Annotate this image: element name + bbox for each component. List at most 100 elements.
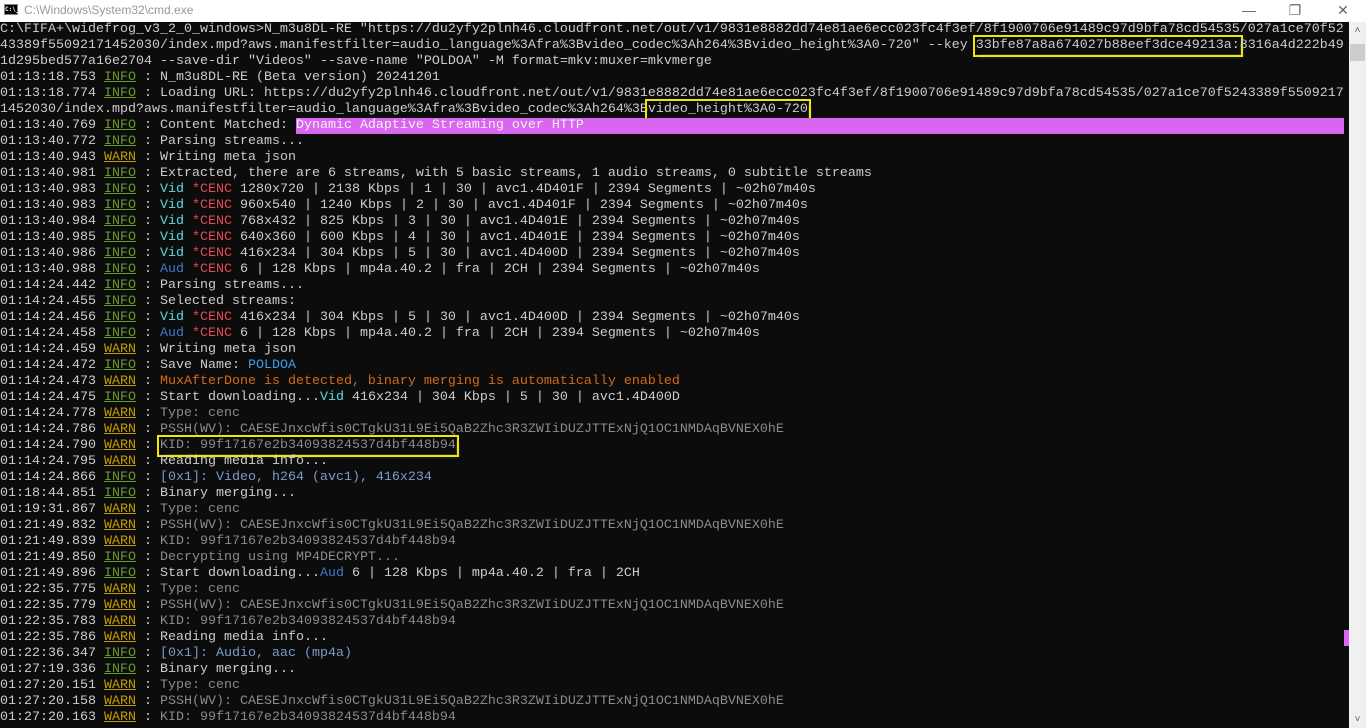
console-line: 1452030/index.mpd?aws.manifestfilter=aud…: [0, 99, 1349, 121]
line-text: 01:13:40.983: [0, 198, 104, 213]
drm-info-text: Type: cenc: [159, 406, 240, 421]
log-level-info: INFO: [103, 470, 136, 485]
log-level-info: INFO: [103, 86, 136, 101]
log-level-info: INFO: [103, 262, 136, 277]
log-level-info: INFO: [103, 566, 136, 581]
console-line: 01:14:24.455 INFO : Selected streams:: [0, 294, 1349, 310]
highlighted-box-text: 33bfe87a8a674027b88eef3dce49213a:: [972, 35, 1243, 57]
console-line: 01:14:24.475 INFO : Start downloading...…: [0, 390, 1349, 406]
log-level-info: INFO: [103, 486, 136, 501]
drm-info-text: PSSH(WV): CAESEJnxcWfis0CTgkU31L9Ei5QaB2…: [159, 694, 784, 709]
console-line: 01:13:40.772 INFO : Parsing streams...: [0, 134, 1349, 150]
console-line: 01:14:24.473 WARN : MuxAfterDone is dete…: [0, 374, 1349, 390]
log-level-warn: WARN: [103, 678, 136, 693]
line-text: 01:13:40.986: [0, 246, 104, 261]
log-level-info: INFO: [103, 70, 136, 85]
line-text: 01:13:40.984: [0, 214, 104, 229]
line-text: : Content Matched:: [135, 118, 296, 133]
console-line: 01:14:24.786 WARN : PSSH(WV): CAESEJnxcW…: [0, 422, 1349, 438]
console-line: 01:27:19.336 INFO : Binary merging...: [0, 662, 1349, 678]
log-level-warn: WARN: [103, 406, 136, 421]
console-line: 01:27:20.158 WARN : PSSH(WV): CAESEJnxcW…: [0, 694, 1349, 710]
line-text: :: [135, 518, 160, 533]
warning-message: MuxAfterDone is detected, binary merging…: [159, 374, 680, 389]
line-text: :: [135, 470, 160, 485]
log-level-warn: WARN: [103, 438, 136, 453]
log-level-warn: WARN: [103, 582, 136, 597]
line-text: 01:21:49.850: [0, 550, 104, 565]
line-text: :: [135, 678, 160, 693]
console-line: 01:13:18.774 INFO : Loading URL: https:/…: [0, 86, 1349, 102]
line-text: 1452030/index.mpd?aws.manifestfilter=aud…: [0, 102, 648, 117]
log-level-info: INFO: [103, 550, 136, 565]
line-text: : Start downloading...: [135, 566, 320, 581]
console-line: 01:22:35.786 WARN : Reading media info..…: [0, 630, 1349, 646]
stream-type-video: Vid: [319, 390, 352, 405]
line-text: 01:18:44.851: [0, 486, 104, 501]
line-text: :: [135, 214, 160, 229]
vertical-scrollbar[interactable]: ˄ ˅: [1349, 22, 1366, 728]
encryption-tag: *CENC: [191, 214, 240, 229]
drm-info-text: Type: cenc: [159, 502, 240, 517]
highlighted-box-text: KID: 99f17167e2b34093824537d4bf448b94: [156, 435, 459, 457]
stream-type-video: Vid: [159, 246, 192, 261]
line-text: : Reading media info...: [135, 454, 328, 469]
line-text: :: [135, 614, 160, 629]
line-text: 01:14:24.456: [0, 310, 104, 325]
title-bar[interactable]: C:\_ C:\Windows\System32\cmd.exe — ❐ ✕: [0, 0, 1366, 22]
log-level-info: INFO: [103, 326, 136, 341]
console-line: 01:13:40.988 INFO : Aud *CENC 6 | 128 Kb…: [0, 262, 1349, 278]
line-text: 768x432 | 825 Kbps | 3 | 30 | avc1.4D401…: [239, 214, 800, 229]
line-text: :: [135, 406, 160, 421]
console-line: 01:22:36.347 INFO : [0x1]: Audio, aac (m…: [0, 646, 1349, 662]
encryption-tag: *CENC: [191, 182, 240, 197]
close-button[interactable]: ✕: [1320, 0, 1366, 22]
line-text: 01:14:24.472: [0, 358, 104, 373]
line-text: 01:14:24.442: [0, 278, 104, 293]
line-text: : Selected streams:: [135, 294, 296, 309]
line-text: :: [135, 694, 160, 709]
log-level-info: INFO: [103, 134, 136, 149]
line-text: :: [135, 262, 160, 277]
log-level-info: INFO: [103, 118, 136, 133]
minimize-button[interactable]: —: [1226, 0, 1272, 22]
log-level-info: INFO: [103, 662, 136, 677]
line-text: :: [135, 534, 160, 549]
drm-info-text: Type: cenc: [159, 582, 240, 597]
console-line: 01:14:24.795 WARN : Reading media info..…: [0, 454, 1349, 470]
line-text: 01:13:40.943: [0, 150, 104, 165]
scroll-down-icon[interactable]: ˅: [1349, 711, 1366, 728]
line-text: 01:13:40.981: [0, 166, 104, 181]
scroll-up-icon[interactable]: ˄: [1349, 22, 1366, 39]
line-text: 01:22:35.775: [0, 582, 104, 597]
line-text: 01:14:24.790: [0, 438, 104, 453]
line-text: 640x360 | 600 Kbps | 4 | 30 | avc1.4D401…: [239, 230, 800, 245]
line-text: 01:13:40.769: [0, 118, 104, 133]
line-text: 01:27:20.158: [0, 694, 104, 709]
log-level-info: INFO: [103, 358, 136, 373]
console-line: 01:14:24.866 INFO : [0x1]: Video, h264 (…: [0, 470, 1349, 486]
encryption-tag: *CENC: [191, 262, 240, 277]
console-line: 01:14:24.778 WARN : Type: cenc: [0, 406, 1349, 422]
maximize-button[interactable]: ❐: [1272, 0, 1318, 22]
line-text: :: [135, 502, 160, 517]
console-output[interactable]: C:\FIFA+\widefrog_v3_2_0_windows>N_m3u8D…: [0, 22, 1349, 728]
console-line: 01:13:40.986 INFO : Vid *CENC 416x234 | …: [0, 246, 1349, 262]
scrollbar-thumb[interactable]: [1350, 44, 1365, 61]
log-level-info: INFO: [103, 230, 136, 245]
line-text: : Writing meta json: [135, 150, 296, 165]
console-line: 01:14:24.790 WARN : KID: 99f17167e2b3409…: [0, 435, 1349, 457]
line-text: :: [135, 438, 160, 453]
line-text: : Binary merging...: [135, 486, 296, 501]
console-line: 01:27:20.163 WARN : KID: 99f17167e2b3409…: [0, 710, 1349, 726]
console-line: 01:13:40.984 INFO : Vid *CENC 768x432 | …: [0, 214, 1349, 230]
drm-info-text: PSSH(WV): CAESEJnxcWfis0CTgkU31L9Ei5QaB2…: [159, 518, 784, 533]
console-line: 01:27:20.151 WARN : Type: cenc: [0, 678, 1349, 694]
line-text: 01:19:31.867: [0, 502, 104, 517]
encryption-tag: *CENC: [191, 246, 240, 261]
console-line: 01:14:24.442 INFO : Parsing streams...: [0, 278, 1349, 294]
console-line: 01:13:40.981 INFO : Extracted, there are…: [0, 166, 1349, 182]
line-text: :: [135, 646, 160, 661]
line-text: 01:27:20.151: [0, 678, 104, 693]
line-text: 01:14:24.458: [0, 326, 104, 341]
